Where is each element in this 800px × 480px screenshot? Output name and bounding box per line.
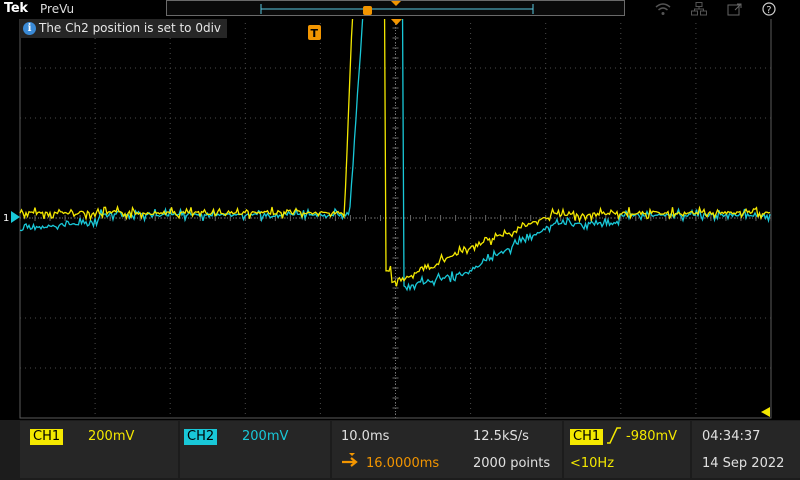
svg-text:?: ? bbox=[766, 5, 771, 16]
ch1-badge-panel[interactable]: CH1 200mV bbox=[20, 421, 178, 478]
ch1-badge[interactable]: CH1 bbox=[30, 429, 64, 445]
info-message-text: The Ch2 position is set to 0div bbox=[39, 21, 222, 35]
trigger-panel[interactable]: CH1 -980mV <10Hz bbox=[564, 421, 690, 478]
ch2-ground-marker[interactable] bbox=[11, 211, 20, 223]
ch2-scale[interactable]: 200mV bbox=[242, 429, 288, 445]
export-icon[interactable] bbox=[727, 2, 743, 16]
ch2-badge[interactable]: CH2 bbox=[184, 429, 218, 445]
trigger-marker-label: T bbox=[311, 27, 319, 40]
ch1-marker-label: 1 bbox=[3, 213, 9, 224]
info-message: i The Ch2 position is set to 0div bbox=[20, 19, 228, 38]
record-length[interactable]: 2000 points bbox=[473, 456, 550, 472]
brand-logo: Tek bbox=[4, 1, 28, 16]
app-name: PreVu bbox=[40, 2, 75, 16]
info-icon: i bbox=[23, 22, 36, 35]
timebase[interactable]: 10.0ms bbox=[341, 429, 389, 445]
trigger-level[interactable]: -980mV bbox=[626, 429, 677, 445]
help-icon[interactable]: ? bbox=[762, 2, 778, 16]
ch2-badge-panel[interactable]: CH2 200mV bbox=[180, 421, 330, 478]
horizontal-delay[interactable]: 16.0000ms bbox=[366, 456, 439, 472]
waveform-overview[interactable] bbox=[166, 0, 625, 16]
datetime-panel[interactable]: 04:34:37 14 Sep 2022 bbox=[692, 421, 800, 478]
trigger-source[interactable]: CH1 bbox=[570, 429, 604, 445]
delay-arrow-icon bbox=[342, 453, 358, 467]
clock-time: 04:34:37 bbox=[702, 429, 761, 444]
rising-edge-icon bbox=[607, 427, 621, 444]
waveform-display[interactable]: 1 T bbox=[0, 0, 800, 420]
trigger-frequency: <10Hz bbox=[570, 456, 615, 471]
horizontal-panel[interactable]: 10.0ms 12.5kS/s 16.0000ms 2000 points bbox=[332, 421, 562, 478]
wifi-icon bbox=[655, 3, 671, 15]
network-icon bbox=[691, 2, 707, 16]
ch1-scale[interactable]: 200mV bbox=[88, 429, 134, 445]
sample-rate[interactable]: 12.5kS/s bbox=[473, 429, 529, 445]
clock-date: 14 Sep 2022 bbox=[702, 456, 785, 471]
top-bar: Tek PreVu ? bbox=[0, 0, 800, 19]
